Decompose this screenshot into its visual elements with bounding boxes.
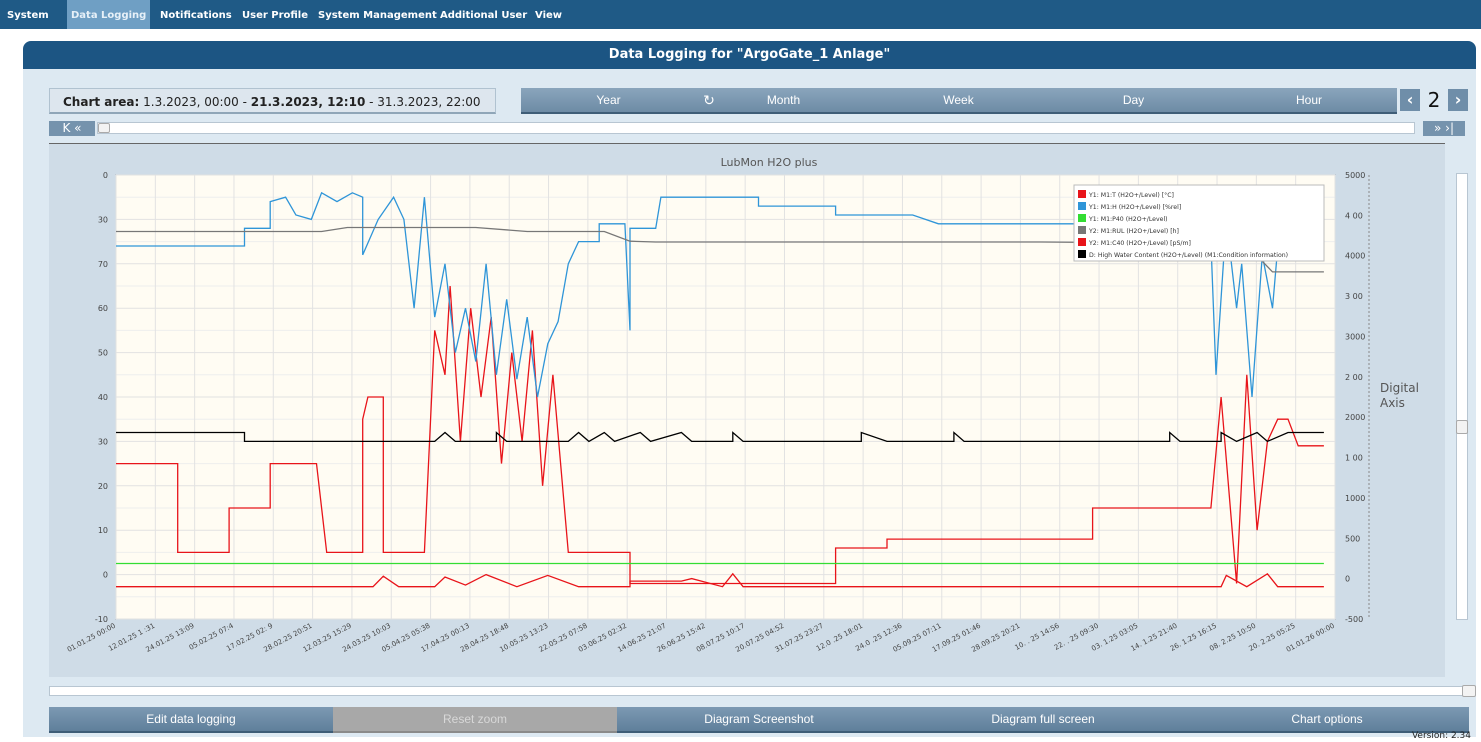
legend-entry: Y1: M1:T (H2O+/Level) [°C]: [1088, 191, 1174, 199]
top-menu-bar: System Data Logging Notifications User P…: [0, 0, 1481, 29]
menu-item-data-logging[interactable]: Data Logging: [67, 0, 151, 29]
prev-page-button[interactable]: ‹: [1400, 89, 1420, 111]
version-label: Version: 2.34: [1411, 731, 1471, 741]
legend-swatch: [1078, 214, 1086, 222]
menu-item-user-profile[interactable]: User Profile: [238, 0, 312, 29]
legend-entry: Y1: M1:H (H2O+/Level) [%rel]: [1088, 204, 1181, 211]
y-left-tick-label: 0: [103, 571, 108, 580]
y-right-tick-label: 1 00: [1345, 454, 1363, 463]
y-left-tick-label: 10: [98, 526, 108, 535]
chart-area-current: 21.3.2023, 12:10: [250, 95, 366, 109]
chart-container: LubMon H2O plus 0 30 70 60 50 40 30 20 10 0 -10 50…: [49, 143, 1445, 677]
period-week-button[interactable]: Week: [871, 88, 1046, 112]
legend-entry: D: High Water Content (H2O+/Level) (M1:C…: [1089, 252, 1288, 259]
diagram-screenshot-button[interactable]: Diagram Screenshot: [617, 707, 901, 733]
chart-area-start: 1.3.2023, 00:00: [143, 95, 239, 109]
y-right-tick-label: 2 00: [1345, 373, 1363, 382]
y-right-tick-label: 2000: [1345, 413, 1365, 422]
reset-zoom-button[interactable]: Reset zoom: [333, 707, 617, 733]
chart-legend: Y1: M1:T (H2O+/Level) [°C] Y1: M1:H (H2O+…: [1073, 184, 1325, 262]
legend-entry: Y1: M1:P40 (H2O+/Level): [1088, 216, 1168, 223]
period-year-button[interactable]: Year: [521, 88, 696, 112]
menu-item-view[interactable]: View: [531, 0, 566, 29]
legend-swatch: [1078, 250, 1086, 258]
legend-entry: Y2: M1:C40 (H2O+/Level) [pS/m]: [1088, 240, 1191, 247]
y-left-tick-label: -10: [95, 615, 108, 624]
y-left-tick-label: 70: [98, 260, 108, 269]
x-axis: 01.01.25 00:0012.01.25 1 :3124.01.25 13:…: [66, 621, 1336, 653]
line-chart[interactable]: LubMon H2O plus 0 30 70 60 50 40 30 20 10 0 -10 50…: [49, 144, 1445, 677]
legend-swatch: [1078, 238, 1086, 246]
y-left-tick-label: 0: [103, 171, 108, 180]
legend-swatch: [1078, 190, 1086, 198]
time-scrollbar[interactable]: [97, 122, 1415, 134]
y-left-tick-label: 30: [98, 215, 108, 224]
diagram-fullscreen-button[interactable]: Diagram full screen: [901, 707, 1185, 733]
chart-area-label: Chart area:: [63, 95, 140, 109]
page-number: 2: [1427, 88, 1441, 112]
page-title: Data Logging for "ArgoGate_1 Anlage": [23, 41, 1476, 69]
y-right-tick-label: 0: [1345, 575, 1350, 584]
menu-item-system-management[interactable]: System Management: [314, 0, 441, 29]
menu-item-system[interactable]: System: [3, 0, 53, 29]
menu-item-additional-user[interactable]: Additional User: [436, 0, 531, 29]
chart-title: LubMon H2O plus: [721, 156, 818, 169]
legend-swatch: [1078, 226, 1086, 234]
seek-last-button[interactable]: » ›|: [1423, 121, 1465, 136]
y-right-tick-label: 4000: [1345, 252, 1365, 261]
y-right-tick-label: 3000: [1345, 332, 1365, 341]
y-axis-left: 0 30 70 60 50 40 30 20 10 0 -10: [95, 171, 108, 624]
y-left-tick-label: 30: [98, 437, 108, 446]
chart-area-sep: -: [238, 95, 251, 109]
chart-area-sep: -: [365, 95, 378, 109]
legend-entry: Y2: M1:RUL (H2O+/Level) [h]: [1088, 228, 1179, 235]
y-left-tick-label: 20: [98, 482, 108, 491]
next-page-button[interactable]: ›: [1448, 89, 1468, 111]
digital-axis-label-2: Axis: [1380, 396, 1405, 410]
period-month-button[interactable]: Month: [696, 88, 871, 112]
edit-data-logging-button[interactable]: Edit data logging: [49, 707, 333, 733]
y-right-tick-label: -500: [1345, 615, 1363, 624]
y-right-tick-label: 500: [1345, 534, 1360, 543]
chart-area-range: Chart area: 1.3.2023, 00:00 - 21.3.2023,…: [49, 88, 496, 114]
y-right-tick-label: 3 00: [1345, 292, 1363, 301]
horizontal-scrollbar[interactable]: [49, 685, 1476, 697]
chart-options-button[interactable]: Chart options: [1185, 707, 1469, 733]
digital-axis-label-1: Digital: [1380, 381, 1419, 395]
vertical-scroll-thumb[interactable]: [1456, 420, 1468, 434]
period-hour-button[interactable]: Hour: [1221, 88, 1397, 112]
period-selector: Year ↻ Month Week Day Hour: [521, 88, 1397, 114]
y-right-tick-label: 5000: [1345, 171, 1365, 180]
time-scroll-thumb[interactable]: [98, 123, 110, 133]
y-left-tick-label: 60: [98, 304, 108, 313]
vertical-scrollbar[interactable]: [1456, 173, 1468, 620]
legend-swatch: [1078, 202, 1086, 210]
seek-first-button[interactable]: K «: [49, 121, 95, 136]
horizontal-scroll-thumb[interactable]: [1462, 685, 1476, 697]
y-right-tick-label: 4 00: [1345, 211, 1363, 220]
y-left-tick-label: 50: [98, 349, 108, 358]
period-day-button[interactable]: Day: [1046, 88, 1221, 112]
y-left-tick-label: 40: [98, 393, 108, 402]
y-axis-right: 50004 0040003 0030002 0020001 0010005000…: [1345, 171, 1365, 624]
chart-area-end: 31.3.2023, 22:00: [377, 95, 481, 109]
bottom-toolbar: Edit data logging Reset zoom Diagram Scr…: [49, 707, 1469, 733]
menu-item-notifications[interactable]: Notifications: [156, 0, 236, 29]
y-right-tick-label: 1000: [1345, 494, 1365, 503]
